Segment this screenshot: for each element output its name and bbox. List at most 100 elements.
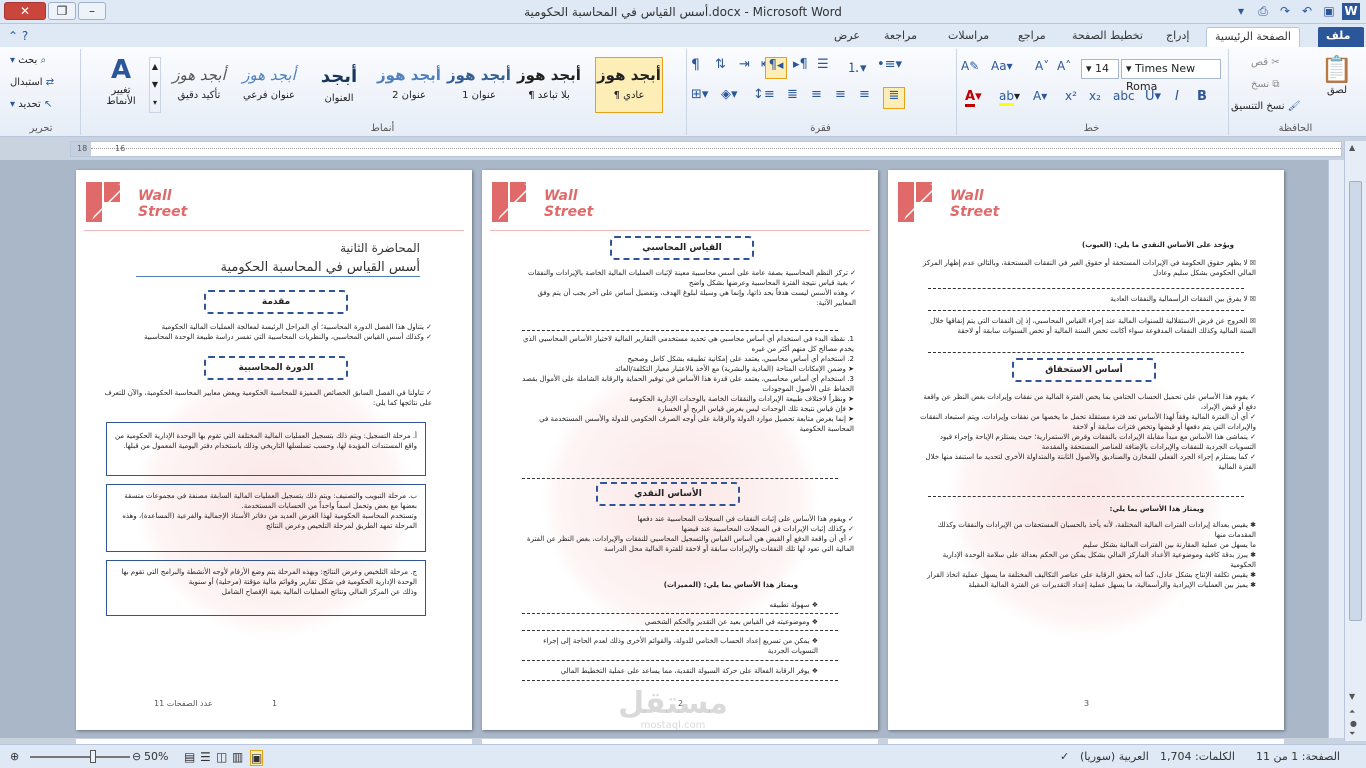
highlight-button[interactable]: ab▾	[999, 89, 1020, 106]
zoom-out-icon[interactable]: ⊖	[132, 750, 141, 763]
tab-home[interactable]: الصفحة الرئيسية	[1206, 27, 1300, 47]
advantage-3: ❖ يمكن من تسريع إعداد الحساب الختامي للد…	[543, 637, 818, 655]
zoom-level[interactable]: 50%	[144, 750, 168, 763]
style-normal[interactable]: أبجد هوز ¶ عادي	[595, 57, 663, 113]
bullets-button[interactable]: •≡▾	[877, 57, 902, 72]
style-heading-1[interactable]: أبجد هوز عنوان 1	[445, 57, 513, 113]
status-bar: ⊕ ⊖ 50% ▤ ☰ ◫ ▥ ▣ العربية (سوريا) ✓ الكل…	[0, 744, 1366, 768]
center-button[interactable]: ≡	[835, 87, 846, 102]
page-1[interactable]: Wall Street المحاضرة الثانية أسس القياس ف…	[76, 170, 472, 730]
replace-label: استبدال	[10, 77, 43, 88]
format-painter-button[interactable]: نسخ التنسيق 🖌	[1231, 101, 1300, 112]
tab-page-layout[interactable]: تخطيط الصفحة	[1064, 27, 1151, 47]
show-marks-button[interactable]: ¶	[691, 57, 700, 73]
page-2[interactable]: Wall Street القياس المحاسبي ✓ تركز النظم …	[482, 170, 878, 730]
customize-qat-icon[interactable]: ▾	[1232, 3, 1250, 20]
align-left-button[interactable]: ≡	[811, 87, 822, 102]
sort-button[interactable]: ⇅	[715, 57, 726, 72]
ltr-button[interactable]: ▸¶	[793, 57, 808, 72]
tab-view[interactable]: عرض	[826, 27, 868, 47]
zoom-slider-handle[interactable]	[90, 750, 96, 763]
superscript-button[interactable]: x²	[1065, 89, 1077, 103]
logo-text: Wall Street	[544, 188, 593, 220]
multilevel-list-icon: ☰	[817, 57, 829, 72]
italic-button[interactable]: I	[1175, 89, 1179, 104]
clear-formatting-button[interactable]: A✎	[961, 59, 979, 73]
align-right-button[interactable]: ≡	[859, 87, 870, 102]
replace-button[interactable]: استبدال ⇄	[10, 77, 54, 88]
find-button[interactable]: ▾ بحث ⌕	[10, 55, 46, 66]
next-page-icon[interactable]: ⏷	[1349, 729, 1355, 739]
zoom-in-icon[interactable]: ⊕	[10, 750, 19, 763]
font-size-input[interactable]: ▾ 14	[1081, 59, 1119, 79]
rtl-button[interactable]: ¶◂	[765, 57, 787, 79]
borders-icon: ⊞▾	[691, 87, 709, 102]
draft-view-icon[interactable]: ▤	[184, 750, 195, 764]
grow-font-button[interactable]: A˄	[1057, 59, 1071, 73]
previous-page-icon[interactable]: ⏶	[1349, 707, 1355, 717]
cut-button[interactable]: قص ✂	[1251, 57, 1280, 68]
change-case-button[interactable]: Aa▾	[991, 59, 1013, 73]
multilevel-list-button[interactable]: ☰	[817, 57, 829, 72]
subscript-button[interactable]: x₂	[1089, 89, 1101, 103]
copy-button[interactable]: نسخ ⧉	[1251, 79, 1280, 90]
tab-insert[interactable]: إدراج	[1158, 27, 1197, 47]
footer-page-count: عدد الصفحات 11	[154, 699, 213, 708]
zoom-slider[interactable]	[30, 750, 130, 763]
line-spacing-button[interactable]: ↕≡	[753, 87, 775, 102]
full-screen-reading-icon[interactable]: ▥	[232, 750, 243, 764]
style-heading-2[interactable]: أبجد هوز عنوان 2	[375, 57, 443, 113]
numbering-button[interactable]: ⒈▾	[847, 57, 867, 76]
language-indicator[interactable]: العربية (سوريا)	[1080, 750, 1149, 763]
logo-text: Wall Street	[950, 188, 999, 220]
proofing-icon[interactable]: ✓	[1060, 750, 1069, 763]
undo-icon[interactable]: ↶	[1298, 3, 1316, 20]
page-3[interactable]: Wall Street ويؤخذ على الأساس النقدي ما يل…	[888, 170, 1284, 730]
vertical-ruler[interactable]	[1328, 160, 1344, 738]
accrual-advantages-text: ✱ يقيس بعدالة إيرادات الفترات المالية ال…	[927, 521, 1256, 589]
underline-button[interactable]: U▾	[1145, 89, 1161, 104]
horizontal-ruler[interactable]: 18 16	[70, 141, 1342, 157]
style-subtitle[interactable]: أبجد هوز عنوان فرعي	[235, 57, 303, 113]
strikethrough-button[interactable]: abc	[1113, 89, 1135, 103]
style-no-spacing[interactable]: أبجد هوز ¶ بلا تباعد	[515, 57, 583, 113]
logo-line-1: Wall	[138, 188, 172, 204]
web-layout-icon[interactable]: ◫	[216, 750, 227, 764]
paste-button[interactable]: 📋 لصق	[1317, 55, 1357, 96]
font-color-button[interactable]: A▾	[965, 89, 982, 107]
save-icon[interactable]: ▣	[1320, 3, 1338, 20]
style-title[interactable]: أبجد العنوان	[305, 57, 373, 113]
tab-mailings[interactable]: مراسلات	[940, 27, 997, 47]
redo-icon[interactable]: ↷	[1276, 3, 1294, 20]
scroll-up-icon[interactable]: ▲	[1349, 143, 1355, 152]
print-layout-icon[interactable]: ▣	[250, 750, 264, 766]
justify-button[interactable]: ≣	[787, 87, 798, 102]
print-icon[interactable]: ⎙	[1254, 3, 1272, 20]
scroll-down-icon[interactable]: ▼	[1349, 692, 1355, 701]
tab-review[interactable]: مراجعة	[876, 27, 925, 47]
justify-active-button[interactable]: ≣	[883, 87, 905, 109]
shrink-font-button[interactable]: A˅	[1035, 59, 1049, 73]
tab-references[interactable]: مراجع	[1010, 27, 1054, 47]
word-count[interactable]: الكلمات: 1,704	[1160, 750, 1235, 763]
style-subtle-emphasis[interactable]: أبجد هوز تأكيد دقيق	[165, 57, 233, 113]
text-effects-button[interactable]: A▾	[1033, 89, 1047, 103]
help-icon[interactable]: ⌃ ?	[8, 29, 28, 43]
styles-scroll[interactable]: ▲ ▼ ▾	[149, 57, 161, 113]
outline-view-icon[interactable]: ☰	[200, 750, 211, 764]
style-name: عنوان 1	[462, 90, 496, 101]
vertical-scrollbar[interactable]: ▲ ▼ ⏶ ● ⏷	[1344, 141, 1366, 741]
tab-file[interactable]: ملف	[1318, 27, 1364, 47]
font-name-input[interactable]: ▾ Times New Roma	[1121, 59, 1221, 93]
scrollbar-thumb[interactable]	[1349, 181, 1362, 621]
document-area[interactable]: Wall Street المحاضرة الثانية أسس القياس ف…	[0, 160, 1344, 745]
shading-button[interactable]: ◈▾	[721, 87, 738, 102]
advantage-1: ❖ سهولة تطبيقه	[769, 601, 818, 609]
bold-button[interactable]: B	[1197, 89, 1207, 104]
browse-object-icon[interactable]: ●	[1350, 719, 1357, 728]
page-indicator[interactable]: الصفحة: 1 من 11	[1256, 750, 1340, 763]
select-button[interactable]: ▾ تحديد ↖	[10, 99, 52, 110]
borders-button[interactable]: ⊞▾	[691, 87, 708, 102]
increase-indent-button[interactable]: ⇥	[739, 57, 750, 72]
change-styles-button[interactable]: A تغيير الأنماط	[97, 55, 145, 107]
